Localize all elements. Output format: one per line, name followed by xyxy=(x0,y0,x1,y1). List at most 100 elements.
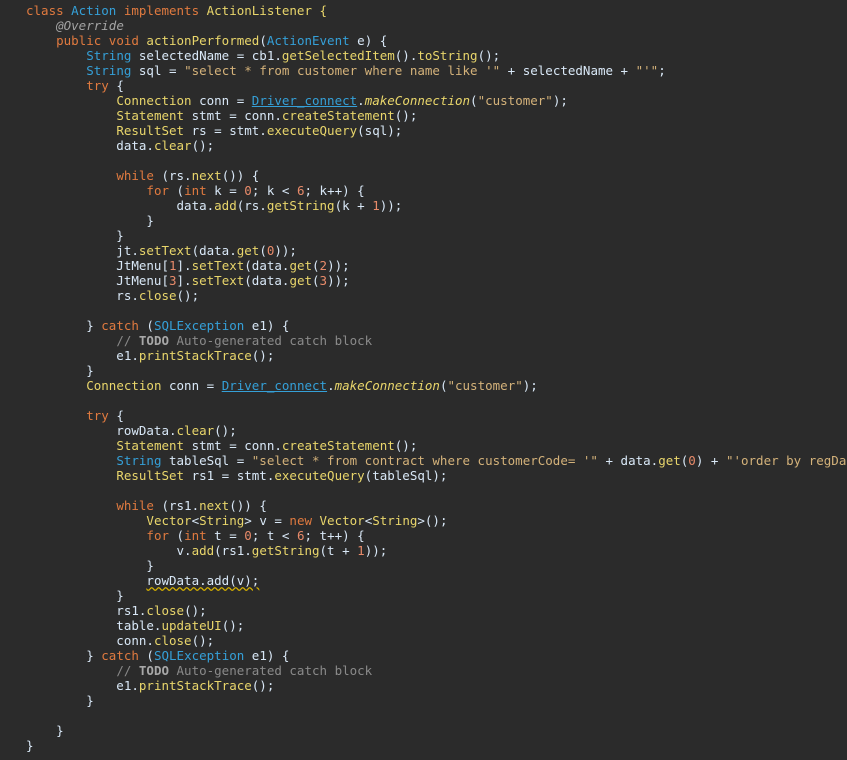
code-token: get xyxy=(289,258,313,273)
code-token: ; t < xyxy=(251,528,297,543)
code-line: while (rs.next()) { xyxy=(26,168,259,183)
code-token: "select * from customer where name like … xyxy=(184,63,501,78)
code-token: ; t++) { xyxy=(304,528,365,543)
code-line: Vector<String> v = new Vector<String>(); xyxy=(26,513,447,528)
code-token: get xyxy=(289,273,313,288)
code-line: Connection conn = Driver_connect.makeCon… xyxy=(26,378,538,393)
code-token: ; k < xyxy=(251,183,297,198)
code-token: e) { xyxy=(349,33,388,48)
code-token: e1. xyxy=(26,678,139,693)
code-token: v. xyxy=(26,543,192,558)
code-line: Connection conn = Driver_connect.makeCon… xyxy=(26,93,568,108)
code-token: new xyxy=(289,513,320,528)
code-token: k = xyxy=(206,183,245,198)
code-line: table.updateUI(); xyxy=(26,618,244,633)
code-token: String xyxy=(372,513,418,528)
code-token: printStackTrace xyxy=(138,348,252,363)
code-line: e1.printStackTrace(); xyxy=(26,348,274,363)
code-token: )); xyxy=(274,243,297,258)
code-token: (data. xyxy=(244,258,290,273)
code-token: getString xyxy=(266,198,335,213)
code-line: try { xyxy=(26,408,124,423)
code-token: rowData. xyxy=(26,423,177,438)
code-token: ( xyxy=(312,273,320,288)
code-token: catch xyxy=(101,318,139,333)
code-token: TODO xyxy=(138,663,169,678)
code-token: updateUI xyxy=(161,618,222,633)
code-token: next xyxy=(191,168,222,183)
code-token: } xyxy=(26,558,154,573)
code-token: SQLException xyxy=(153,648,245,663)
code-token: ()) { xyxy=(229,498,267,513)
code-editor[interactable]: class Action implements ActionListener {… xyxy=(0,0,847,760)
code-token: } xyxy=(26,213,154,228)
code-token: next xyxy=(199,498,230,513)
code-token: ; k++) { xyxy=(304,183,365,198)
code-line: } xyxy=(26,558,154,573)
code-token: makeConnection xyxy=(364,93,471,108)
code-token: ; xyxy=(658,63,666,78)
code-token: TODO xyxy=(138,333,169,348)
code-token: stmt = conn. xyxy=(184,438,282,453)
code-token: ResultSet xyxy=(116,468,185,483)
code-token: > v = xyxy=(244,513,290,528)
code-line: } xyxy=(26,588,124,603)
code-token: conn = xyxy=(161,378,222,393)
code-token: Connection xyxy=(86,378,162,393)
code-token: String xyxy=(199,513,245,528)
code-line: // TODO Auto-generated catch block xyxy=(26,663,372,678)
code-token: String xyxy=(86,48,132,63)
code-line: Statement stmt = conn.createStatement(); xyxy=(26,438,417,453)
code-token: rs. xyxy=(26,288,139,303)
code-token: rs1 = stmt. xyxy=(184,468,275,483)
code-token: 1 xyxy=(372,198,380,213)
code-token: 3 xyxy=(169,273,177,288)
code-token: (); xyxy=(251,348,275,363)
code-token: < xyxy=(191,513,200,528)
code-token: setText xyxy=(138,243,192,258)
code-token: ]. xyxy=(176,273,192,288)
code-line: ResultSet rs1 = stmt.executeQuery(tableS… xyxy=(26,468,447,483)
code-line: } xyxy=(26,723,64,738)
code-token: (data. xyxy=(244,273,290,288)
code-line: try { xyxy=(26,78,124,93)
code-token: ) + xyxy=(695,453,726,468)
code-token: + selectedName + xyxy=(500,63,636,78)
code-token: ResultSet xyxy=(116,123,185,138)
code-token: rs = stmt. xyxy=(184,123,267,138)
code-token: while xyxy=(116,498,154,513)
code-token: Statement xyxy=(116,108,185,123)
code-token: stmt = conn. xyxy=(184,108,282,123)
code-token: executeQuery xyxy=(266,123,358,138)
code-token: Auto-generated catch block xyxy=(169,333,373,348)
code-token: } xyxy=(26,693,94,708)
code-line: JtMenu[3].setText(data.get(3)); xyxy=(26,273,349,288)
code-token: } xyxy=(26,588,124,603)
code-token: ( xyxy=(138,318,154,333)
code-token: createStatement xyxy=(281,438,395,453)
code-token: e1) { xyxy=(244,648,290,663)
code-token: t = xyxy=(206,528,245,543)
code-line: for (int t = 0; t < 6; t++) { xyxy=(26,528,365,543)
code-token: data. xyxy=(26,198,215,213)
code-token: (k + xyxy=(334,198,373,213)
code-token: . xyxy=(357,93,365,108)
code-token: Vector xyxy=(319,513,365,528)
code-token: { xyxy=(108,408,124,423)
code-token: e1) { xyxy=(244,318,290,333)
code-token: . xyxy=(327,378,335,393)
code-token: tableSql = xyxy=(161,453,252,468)
code-token: Action xyxy=(71,3,117,18)
code-line: rowData.add(v); xyxy=(26,573,259,588)
code-token: (); xyxy=(477,48,501,63)
code-token: rs1. xyxy=(26,603,147,618)
code-token: (t + xyxy=(319,543,358,558)
code-token: "'order by regData" xyxy=(725,453,847,468)
